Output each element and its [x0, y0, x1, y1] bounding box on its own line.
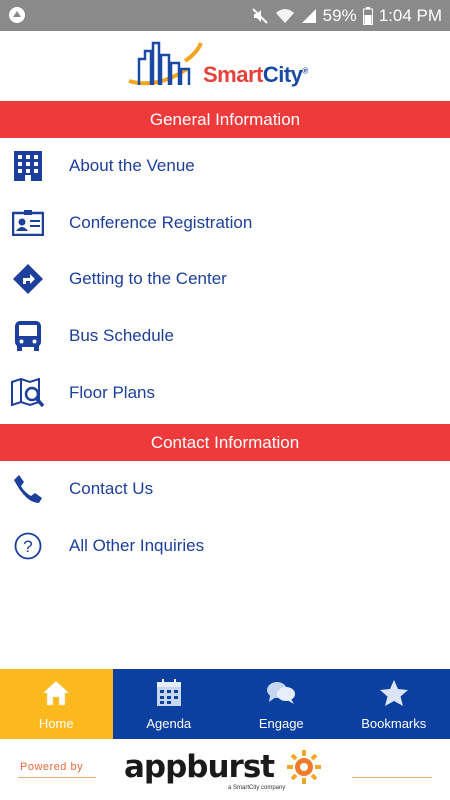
powered-by-label: Powered by [20, 761, 84, 773]
list-item-label: Getting to the Center [69, 269, 227, 288]
app-header: SmartCity® [0, 31, 450, 101]
directions-icon [11, 262, 45, 296]
tab-agenda[interactable]: Agenda [113, 669, 226, 739]
list-item-contact-us[interactable]: Contact Us [0, 461, 450, 517]
list-item-label: Contact Us [69, 479, 154, 498]
wifi-icon [275, 8, 294, 23]
list-item-floor-plans[interactable]: Floor Plans [0, 365, 450, 421]
list-item-label: Floor Plans [69, 383, 155, 402]
mute-icon [251, 7, 268, 24]
notification-app-icon [9, 7, 25, 23]
battery-percent: 59% [322, 5, 357, 25]
status-icons: 59% 1:04 PM [251, 0, 442, 31]
divider [352, 777, 432, 778]
tab-label: Engage [258, 716, 304, 731]
divider [18, 777, 96, 778]
logo-wordmark: SmartCity® [203, 62, 308, 87]
section-header-general: General Information [0, 101, 450, 138]
signal-icon [301, 8, 316, 23]
svg-text:?: ? [23, 537, 32, 556]
tab-label: Bookmarks [361, 716, 427, 731]
tab-label: Agenda [146, 716, 192, 731]
list-item-conference-registration[interactable]: Conference Registration [0, 195, 450, 251]
tab-engage[interactable]: Engage [225, 669, 338, 739]
tab-bookmarks[interactable]: Bookmarks [338, 669, 450, 739]
bottom-tab-bar: Home Agenda Engage Bookmarks [0, 669, 450, 739]
brand-subtitle: a SmartCity company [228, 785, 286, 791]
section-title: Contact Information [150, 432, 300, 452]
list-item-bus-schedule[interactable]: Bus Schedule [0, 308, 450, 364]
map-search-icon [11, 376, 45, 410]
list-item-label: About the Venue [69, 156, 195, 175]
tab-label: Home [38, 716, 74, 731]
smartcity-logo: SmartCity® [127, 39, 323, 97]
id-card-icon [11, 206, 45, 240]
section-header-contact: Contact Information [0, 424, 450, 461]
question-icon: ? [11, 529, 45, 563]
building-icon [11, 149, 45, 183]
section-title: General Information [149, 109, 301, 129]
bus-icon [11, 319, 45, 353]
list-item-getting-to-center[interactable]: Getting to the Center [0, 251, 450, 307]
list-item-about-venue[interactable]: About the Venue [0, 138, 450, 194]
skyline-icon [128, 41, 203, 86]
list-item-other-inquiries[interactable]: ? All Other Inquiries [0, 518, 450, 574]
home-icon [41, 678, 71, 708]
chat-bubbles-icon [266, 678, 296, 708]
tab-home[interactable]: Home [0, 669, 113, 739]
list-item-label: Conference Registration [69, 213, 253, 232]
list-item-label: Bus Schedule [69, 326, 174, 345]
list-item-label: All Other Inquiries [69, 536, 205, 555]
status-time: 1:04 PM [378, 5, 442, 25]
appburst-logo: appburst [124, 749, 275, 785]
calendar-icon [154, 678, 184, 708]
phone-icon [11, 472, 45, 506]
battery-icon [362, 6, 373, 25]
star-icon [379, 678, 409, 708]
powered-by-footer: Powered by appburst a SmartCity company [0, 739, 450, 800]
gear-icon [287, 750, 321, 784]
status-bar: 59% 1:04 PM [0, 0, 450, 31]
